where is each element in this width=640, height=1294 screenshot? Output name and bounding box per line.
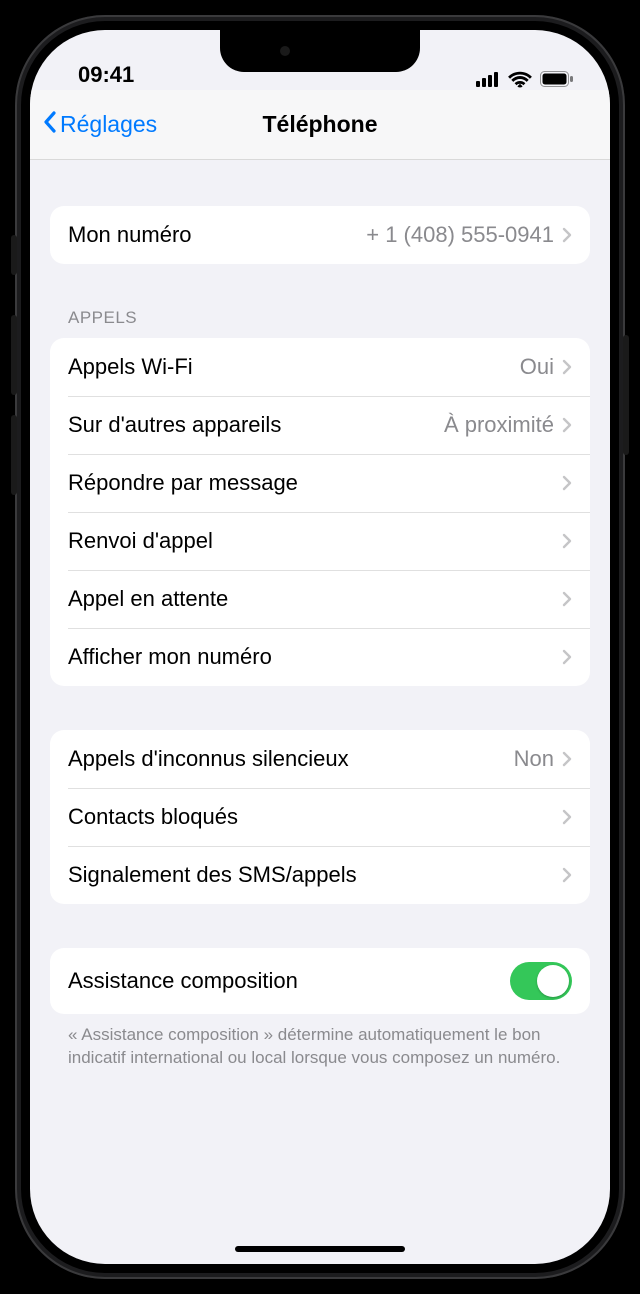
group-header-calls: APPELS xyxy=(50,308,590,338)
row-my-number[interactable]: Mon numéro + 1 (408) 555-0941 xyxy=(50,206,590,264)
row-blocked-contacts[interactable]: Contacts bloqués xyxy=(50,788,590,846)
chevron-right-icon xyxy=(562,533,572,549)
row-label: Afficher mon numéro xyxy=(68,644,562,670)
chevron-right-icon xyxy=(562,359,572,375)
row-label: Répondre par message xyxy=(68,470,562,496)
screen: 09:41 Réglages Téléphone xyxy=(30,30,610,1264)
chevron-right-icon xyxy=(562,227,572,243)
chevron-right-icon xyxy=(562,751,572,767)
settings-content: Mon numéro + 1 (408) 555-0941 APPELS App… xyxy=(30,206,610,1070)
row-call-waiting[interactable]: Appel en attente xyxy=(50,570,590,628)
volume-down-button xyxy=(11,415,17,495)
dial-assist-footer: « Assistance composition » détermine aut… xyxy=(50,1014,590,1070)
group-calls: APPELS Appels Wi-Fi Oui Sur d'autres app… xyxy=(50,308,590,686)
row-show-caller-id[interactable]: Afficher mon numéro xyxy=(50,628,590,686)
nav-title: Téléphone xyxy=(30,111,610,138)
mute-switch xyxy=(11,235,17,275)
list-calls: Appels Wi-Fi Oui Sur d'autres appareils … xyxy=(50,338,590,686)
row-label: Assistance composition xyxy=(68,968,510,994)
nav-bar: Réglages Téléphone xyxy=(30,90,610,160)
row-detail: Oui xyxy=(520,354,554,380)
list-silence: Appels d'inconnus silencieux Non Contact… xyxy=(50,730,590,904)
row-label: Appels d'inconnus silencieux xyxy=(68,746,514,772)
row-report-sms-calls[interactable]: Signalement des SMS/appels xyxy=(50,846,590,904)
group-dial-assist: Assistance composition « Assistance comp… xyxy=(50,948,590,1070)
cellular-icon xyxy=(476,71,500,87)
chevron-right-icon xyxy=(562,649,572,665)
row-detail: À proximité xyxy=(444,412,554,438)
status-time: 09:41 xyxy=(78,62,134,88)
row-detail: + 1 (408) 555-0941 xyxy=(366,222,554,248)
row-label: Appels Wi-Fi xyxy=(68,354,520,380)
wifi-icon xyxy=(508,70,532,88)
row-respond-message[interactable]: Répondre par message xyxy=(50,454,590,512)
row-wifi-calling[interactable]: Appels Wi-Fi Oui xyxy=(50,338,590,396)
list-dial-assist: Assistance composition xyxy=(50,948,590,1014)
row-label: Mon numéro xyxy=(68,222,366,248)
notch xyxy=(220,30,420,72)
row-call-forwarding[interactable]: Renvoi d'appel xyxy=(50,512,590,570)
group-my-number: Mon numéro + 1 (408) 555-0941 xyxy=(50,206,590,264)
device-frame: 09:41 Réglages Téléphone xyxy=(15,15,625,1279)
dial-assist-toggle[interactable] xyxy=(510,962,572,1000)
row-other-devices[interactable]: Sur d'autres appareils À proximité xyxy=(50,396,590,454)
row-label: Renvoi d'appel xyxy=(68,528,562,554)
status-indicators xyxy=(476,70,574,88)
chevron-right-icon xyxy=(562,867,572,883)
row-silence-unknown[interactable]: Appels d'inconnus silencieux Non xyxy=(50,730,590,788)
row-label: Appel en attente xyxy=(68,586,562,612)
row-label: Signalement des SMS/appels xyxy=(68,862,562,888)
chevron-right-icon xyxy=(562,475,572,491)
chevron-right-icon xyxy=(562,809,572,825)
battery-icon xyxy=(540,71,574,87)
row-detail: Non xyxy=(514,746,554,772)
row-label: Sur d'autres appareils xyxy=(68,412,444,438)
row-label: Contacts bloqués xyxy=(68,804,562,830)
home-indicator[interactable] xyxy=(235,1246,405,1252)
group-silence: Appels d'inconnus silencieux Non Contact… xyxy=(50,730,590,904)
row-dial-assist[interactable]: Assistance composition xyxy=(50,948,590,1014)
chevron-right-icon xyxy=(562,417,572,433)
power-button xyxy=(623,335,629,455)
list-my-number: Mon numéro + 1 (408) 555-0941 xyxy=(50,206,590,264)
chevron-right-icon xyxy=(562,591,572,607)
volume-up-button xyxy=(11,315,17,395)
